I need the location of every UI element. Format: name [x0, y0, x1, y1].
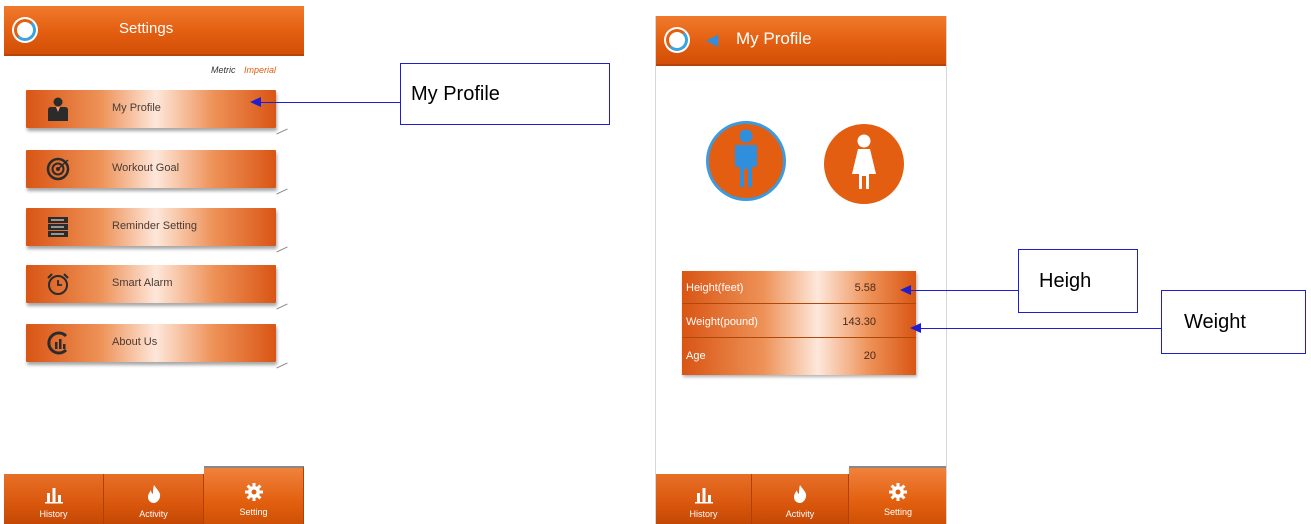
- tab-bar: History Activity Setting: [656, 466, 946, 524]
- app-logo-icon[interactable]: [12, 17, 38, 43]
- tab-setting[interactable]: Setting: [849, 466, 946, 524]
- stat-row-weight[interactable]: Weight(pound) 143.30: [682, 305, 916, 338]
- page-title: Settings: [119, 20, 174, 37]
- callout-arrow: [258, 102, 400, 103]
- tab-label: Setting: [883, 507, 913, 517]
- tab-label: History: [689, 509, 718, 519]
- unit-metric-option[interactable]: Metric: [211, 65, 236, 75]
- settings-header: Settings: [4, 6, 304, 56]
- app-logo-icon[interactable]: [664, 27, 690, 53]
- callout-arrow: [918, 328, 1161, 329]
- person-icon: [46, 97, 70, 121]
- menu-item-workout-goal[interactable]: Workout Goal: [26, 150, 288, 195]
- tab-activity[interactable]: Activity: [752, 474, 849, 524]
- profile-stats: Height(feet) 5.58 Weight(pound) 143.30 A…: [682, 271, 916, 375]
- menu-item-about-us[interactable]: About Us: [26, 324, 288, 369]
- stat-value-height[interactable]: 5.58: [832, 282, 876, 294]
- unit-switch: Metric Imperial: [211, 65, 276, 75]
- menu-item-label: Reminder Setting: [112, 220, 197, 232]
- arrow-head-icon: [910, 323, 921, 333]
- stat-value-weight[interactable]: 143.30: [832, 316, 876, 328]
- tab-history[interactable]: History: [656, 474, 752, 524]
- menu-item-label: About Us: [112, 336, 158, 348]
- unit-imperial-option[interactable]: Imperial: [244, 65, 276, 75]
- tab-activity[interactable]: Activity: [104, 474, 204, 524]
- flame-icon: [752, 484, 848, 504]
- gender-male-button[interactable]: [706, 121, 786, 201]
- stat-row-age[interactable]: Age 20: [682, 339, 916, 372]
- stat-label: Height(feet): [686, 282, 744, 294]
- target-icon: [46, 157, 70, 181]
- tab-label: History: [39, 509, 68, 519]
- gender-female-button[interactable]: [824, 124, 904, 204]
- list-icon: [46, 215, 70, 239]
- tab-label: Activity: [139, 509, 168, 519]
- tab-history[interactable]: History: [4, 474, 104, 524]
- callout-my-profile: My Profile: [400, 63, 610, 125]
- menu-item-label: Workout Goal: [112, 162, 180, 174]
- callout-weight: Weight: [1161, 290, 1306, 354]
- alarm-clock-icon: [46, 272, 70, 296]
- gear-icon: [849, 482, 946, 502]
- settings-screen: Settings Metric Imperial My Profile Work…: [4, 6, 304, 524]
- menu-item-label: My Profile: [112, 102, 161, 114]
- stat-label: Age: [686, 350, 706, 362]
- profile-screen: ◀ My Profile Height(feet) 5.58 Weight(po…: [655, 16, 947, 524]
- callout-label: Weight: [1184, 310, 1246, 333]
- callout-label: My Profile: [411, 82, 500, 105]
- male-icon: [731, 129, 761, 194]
- arrow-head-icon: [900, 285, 911, 295]
- callout-arrow: [908, 290, 1018, 291]
- flame-icon: [104, 484, 203, 504]
- stat-value-age[interactable]: 20: [832, 350, 876, 362]
- chart-logo-icon: [46, 331, 70, 355]
- profile-header: ◀ My Profile: [656, 16, 946, 66]
- callout-label: Heigh: [1039, 269, 1092, 292]
- gear-icon: [204, 482, 303, 502]
- female-icon: [849, 134, 879, 195]
- tab-setting[interactable]: Setting: [204, 466, 304, 524]
- callout-height: Heigh: [1018, 249, 1138, 313]
- menu-item-my-profile[interactable]: My Profile: [26, 90, 288, 135]
- bar-chart-icon: [656, 484, 751, 504]
- page-title: My Profile: [736, 29, 812, 48]
- stat-label: Weight(pound): [686, 316, 758, 328]
- back-arrow-icon[interactable]: ◀: [706, 30, 718, 50]
- menu-item-label: Smart Alarm: [112, 277, 173, 289]
- arrow-head-icon: [250, 97, 261, 107]
- bar-chart-icon: [4, 484, 103, 504]
- tab-bar: History Activity Setting: [4, 466, 304, 524]
- menu-item-reminder-setting[interactable]: Reminder Setting: [26, 208, 288, 253]
- tab-label: Activity: [785, 509, 815, 519]
- tab-label: Setting: [239, 507, 268, 517]
- menu-item-smart-alarm[interactable]: Smart Alarm: [26, 265, 288, 310]
- stat-row-height[interactable]: Height(feet) 5.58: [682, 271, 916, 304]
